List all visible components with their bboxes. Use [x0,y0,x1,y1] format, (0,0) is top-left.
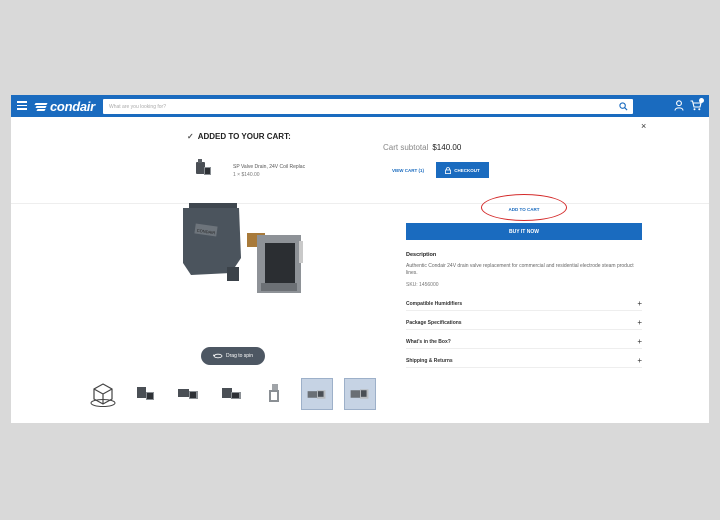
view-cart-link[interactable]: VIEW CART (1) [392,168,424,173]
search-bar[interactable] [103,99,633,114]
accordion-label: Shipping & Returns [406,357,453,364]
accordion-whats-in-the-box[interactable]: What's in the Box? + [406,335,642,349]
product-sku: SKU: 1456000 [406,282,439,288]
search-input[interactable] [103,100,603,113]
thumbnail-360-view[interactable] [87,378,119,410]
thumbnail-image[interactable] [130,378,162,410]
accordion-package-specifications[interactable]: Package Specifications + [406,316,642,330]
plus-icon[interactable]: + [637,299,642,308]
popup-divider [11,203,709,204]
accordion-shipping-returns[interactable]: Shipping & Returns + [406,354,642,368]
user-icon[interactable] [674,100,684,111]
plus-icon[interactable]: + [637,337,642,346]
cart-count-badge [699,98,704,103]
lock-icon [445,166,452,174]
cart-item-thumbnail [196,159,211,175]
accordion-compatible-humidifiers[interactable]: Compatible Humidifiers + [406,297,642,311]
thumbnail-image[interactable] [173,378,205,410]
condair-mark-icon [34,102,49,111]
browser-page: condair × ✓ ADDED TO YOUR CART: SP Valve… [11,95,709,423]
drag-to-spin-button[interactable]: Drag to spin [201,347,265,365]
product-image[interactable]: CONDAIR [161,203,311,303]
rotate-icon [213,353,223,359]
thumbnail-image-selected[interactable] [344,378,376,410]
condair-logo[interactable]: condair [34,98,95,114]
subtotal-value: $140.00 [432,143,462,152]
accordion-label: What's in the Box? [406,338,451,345]
added-to-cart-title: ADDED TO YOUR CART: [197,132,291,141]
check-icon: ✓ [187,132,194,141]
description-text: Authentic Condair 24V drain valve replac… [406,263,634,276]
thumbnail-image-selected[interactable] [301,378,333,410]
search-icon[interactable] [619,102,628,111]
accordion-label: Package Specifications [406,319,462,326]
cart-item-name: SP Valve Drain, 24V Coil Replac [233,164,306,170]
thumbnail-strip [87,378,387,412]
top-navbar: condair [11,95,709,117]
added-to-cart-heading: ✓ ADDED TO YOUR CART: [187,132,291,141]
checkout-label: CHECKOUT [454,167,480,173]
subtotal-label: Cart subtotal [383,143,429,152]
drag-to-spin-label: Drag to spin [226,353,253,359]
cart-item-qty-price: 1 × $140.00 [233,172,260,178]
thumbnail-image[interactable] [216,378,248,410]
close-popup-button[interactable]: × [641,121,646,131]
plus-icon[interactable]: + [637,318,642,327]
thumbnail-image[interactable] [259,378,291,410]
plus-icon[interactable]: + [637,356,642,365]
buy-it-now-button[interactable]: BUY IT NOW [406,223,642,240]
accordion-label: Compatible Humidifiers [406,300,463,307]
checkout-button[interactable]: CHECKOUT [436,162,489,178]
description-title: Description [406,252,437,258]
cart-subtotal: Cart subtotal $140.00 [383,143,461,152]
hamburger-menu-icon[interactable] [17,101,27,110]
brand-name: condair [50,98,95,114]
highlight-annotation-ellipse [481,194,567,221]
